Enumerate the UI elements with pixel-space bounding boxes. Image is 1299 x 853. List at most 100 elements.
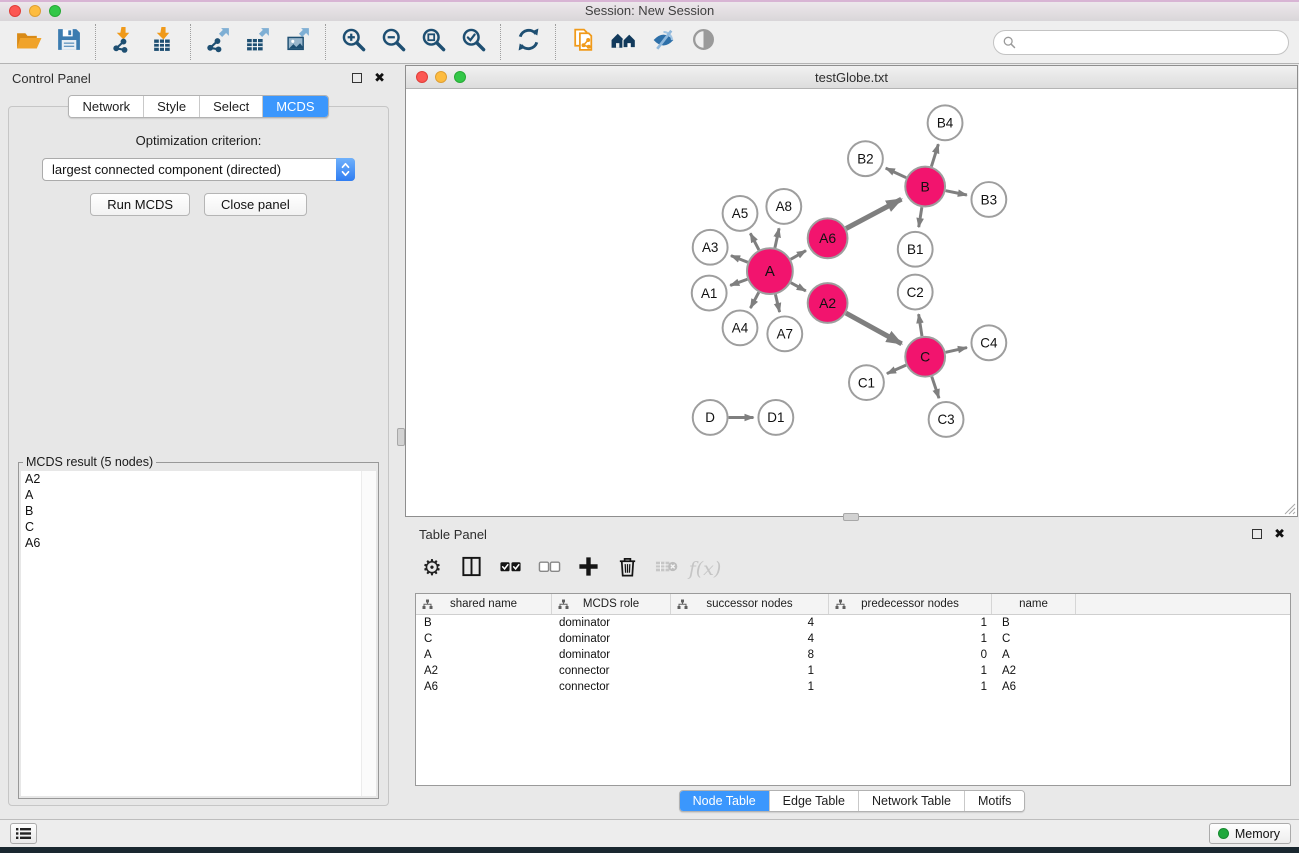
table-cell[interactable]: connector	[552, 681, 671, 693]
table-cell[interactable]: A	[992, 649, 1076, 661]
show-panels-button[interactable]	[10, 823, 37, 844]
horizontal-splitter-handle[interactable]	[843, 513, 859, 521]
table-cell[interactable]: dominator	[552, 633, 671, 645]
tab-style[interactable]: Style	[143, 96, 199, 117]
graph-node-A5[interactable]: A5	[723, 196, 758, 231]
graph-node-C1[interactable]: C1	[849, 365, 884, 400]
table-cell[interactable]: 4	[671, 633, 829, 645]
edge-B-B4[interactable]	[931, 144, 938, 166]
table-cell[interactable]: C	[416, 633, 552, 645]
zoom-out-button[interactable]	[375, 24, 411, 60]
network-close-icon[interactable]	[416, 71, 428, 83]
table-cell[interactable]: A2	[992, 665, 1076, 677]
graph-node-B2[interactable]: B2	[848, 141, 883, 176]
home-button[interactable]	[605, 24, 641, 60]
float-panel-icon[interactable]	[352, 73, 362, 83]
delete-columns-button[interactable]	[612, 554, 642, 584]
column-header-predecessor-nodes[interactable]: predecessor nodes	[829, 594, 992, 614]
edge-A-A1[interactable]	[730, 279, 747, 285]
mcds-result-item[interactable]: C	[21, 519, 376, 535]
mcds-list-scrollbar[interactable]	[361, 471, 376, 796]
table-cell[interactable]: 1	[829, 665, 992, 677]
table-cell[interactable]: A2	[416, 665, 552, 677]
criterion-select[interactable]: largest connected component (directed)	[42, 158, 355, 181]
column-header-shared-name[interactable]: shared name	[416, 594, 552, 614]
table-cell[interactable]: 1	[671, 665, 829, 677]
mcds-result-item[interactable]: A2	[21, 471, 376, 487]
network-minimize-icon[interactable]	[435, 71, 447, 83]
edge-B-B1[interactable]	[919, 207, 922, 227]
birds-eye-view-button[interactable]	[685, 24, 721, 60]
tab-select[interactable]: Select	[199, 96, 262, 117]
edge-A2-C[interactable]	[846, 313, 902, 344]
search-input[interactable]	[1021, 34, 1279, 50]
export-image-button[interactable]	[280, 24, 316, 60]
edge-A-A7[interactable]	[775, 294, 779, 312]
edge-C-C3[interactable]	[932, 377, 939, 399]
tab-mcds[interactable]: MCDS	[262, 96, 327, 117]
edge-A6-B[interactable]	[846, 199, 901, 228]
graph-node-B4[interactable]: B4	[928, 105, 963, 140]
graph-node-B1[interactable]: B1	[898, 232, 933, 267]
table-close-panel-icon[interactable]: ✖	[1274, 529, 1285, 539]
edge-A-A5[interactable]	[750, 233, 759, 250]
graph-node-C2[interactable]: C2	[898, 275, 933, 310]
table-cell[interactable]: 8	[671, 649, 829, 661]
column-header-successor-nodes[interactable]: successor nodes	[671, 594, 829, 614]
table-cell[interactable]: 0	[829, 649, 992, 661]
table-cell[interactable]: A6	[416, 681, 552, 693]
graph-node-A[interactable]: A	[747, 248, 793, 294]
table-cell[interactable]: 4	[671, 617, 829, 629]
network-canvas[interactable]: AA6A2BCA1A3A4A5A7A8B1B2B3B4C1C2C3C4DD1	[406, 89, 1297, 516]
graph-node-A1[interactable]: A1	[692, 276, 727, 311]
close-panel-icon[interactable]: ✖	[374, 73, 385, 83]
edge-A-A4[interactable]	[750, 292, 758, 308]
edge-C-C4[interactable]	[946, 348, 967, 353]
table-cell[interactable]: 1	[671, 681, 829, 693]
import-table-button[interactable]	[145, 24, 181, 60]
mcds-result-item[interactable]: A	[21, 487, 376, 503]
table-row[interactable]: Cdominator41C	[416, 631, 1290, 647]
graph-node-C[interactable]: C	[905, 337, 945, 377]
edge-C-C1[interactable]	[887, 365, 906, 373]
zoom-selected-button[interactable]	[455, 24, 491, 60]
table-cell[interactable]: 1	[829, 617, 992, 629]
edge-A-A8[interactable]	[775, 228, 779, 247]
zoom-in-button[interactable]	[335, 24, 371, 60]
graph-node-A2[interactable]: A2	[808, 283, 848, 323]
graph-node-D1[interactable]: D1	[758, 400, 793, 435]
export-network-button[interactable]	[200, 24, 236, 60]
table-cell[interactable]: dominator	[552, 649, 671, 661]
apply-layout-button[interactable]	[510, 24, 546, 60]
mcds-result-item[interactable]: A6	[21, 535, 376, 551]
save-session-button[interactable]	[50, 24, 86, 60]
import-network-button[interactable]	[105, 24, 141, 60]
clone-network-button[interactable]	[565, 24, 601, 60]
tab-network-table[interactable]: Network Table	[858, 791, 964, 811]
table-options-button[interactable]: ⚙	[417, 554, 447, 584]
table-cell[interactable]: B	[992, 617, 1076, 629]
graph-node-A4[interactable]: A4	[723, 310, 758, 345]
vertical-splitter-handle[interactable]	[397, 428, 405, 446]
graph-node-A6[interactable]: A6	[808, 218, 848, 258]
table-cell[interactable]: C	[992, 633, 1076, 645]
zoom-fit-button[interactable]	[415, 24, 451, 60]
close-panel-button[interactable]: Close panel	[204, 193, 307, 216]
unselect-all-columns-button[interactable]	[534, 554, 564, 584]
table-cell[interactable]: 1	[829, 633, 992, 645]
table-row[interactable]: A2connector11A2	[416, 663, 1290, 679]
open-session-button[interactable]	[10, 24, 46, 60]
column-header-name[interactable]: name	[992, 594, 1076, 614]
table-float-panel-icon[interactable]	[1252, 529, 1262, 539]
edge-A-A6[interactable]	[791, 251, 806, 260]
table-row[interactable]: Bdominator41B	[416, 615, 1290, 631]
edge-A-A3[interactable]	[731, 256, 748, 263]
tab-edge-table[interactable]: Edge Table	[769, 791, 858, 811]
graph-node-A7[interactable]: A7	[767, 316, 802, 351]
table-cell[interactable]: dominator	[552, 617, 671, 629]
graph-node-B[interactable]: B	[905, 167, 945, 207]
graph-node-C4[interactable]: C4	[971, 325, 1006, 360]
toggle-graphics-details-button[interactable]	[645, 24, 681, 60]
graph-node-C3[interactable]: C3	[929, 402, 964, 437]
export-table-button[interactable]	[240, 24, 276, 60]
